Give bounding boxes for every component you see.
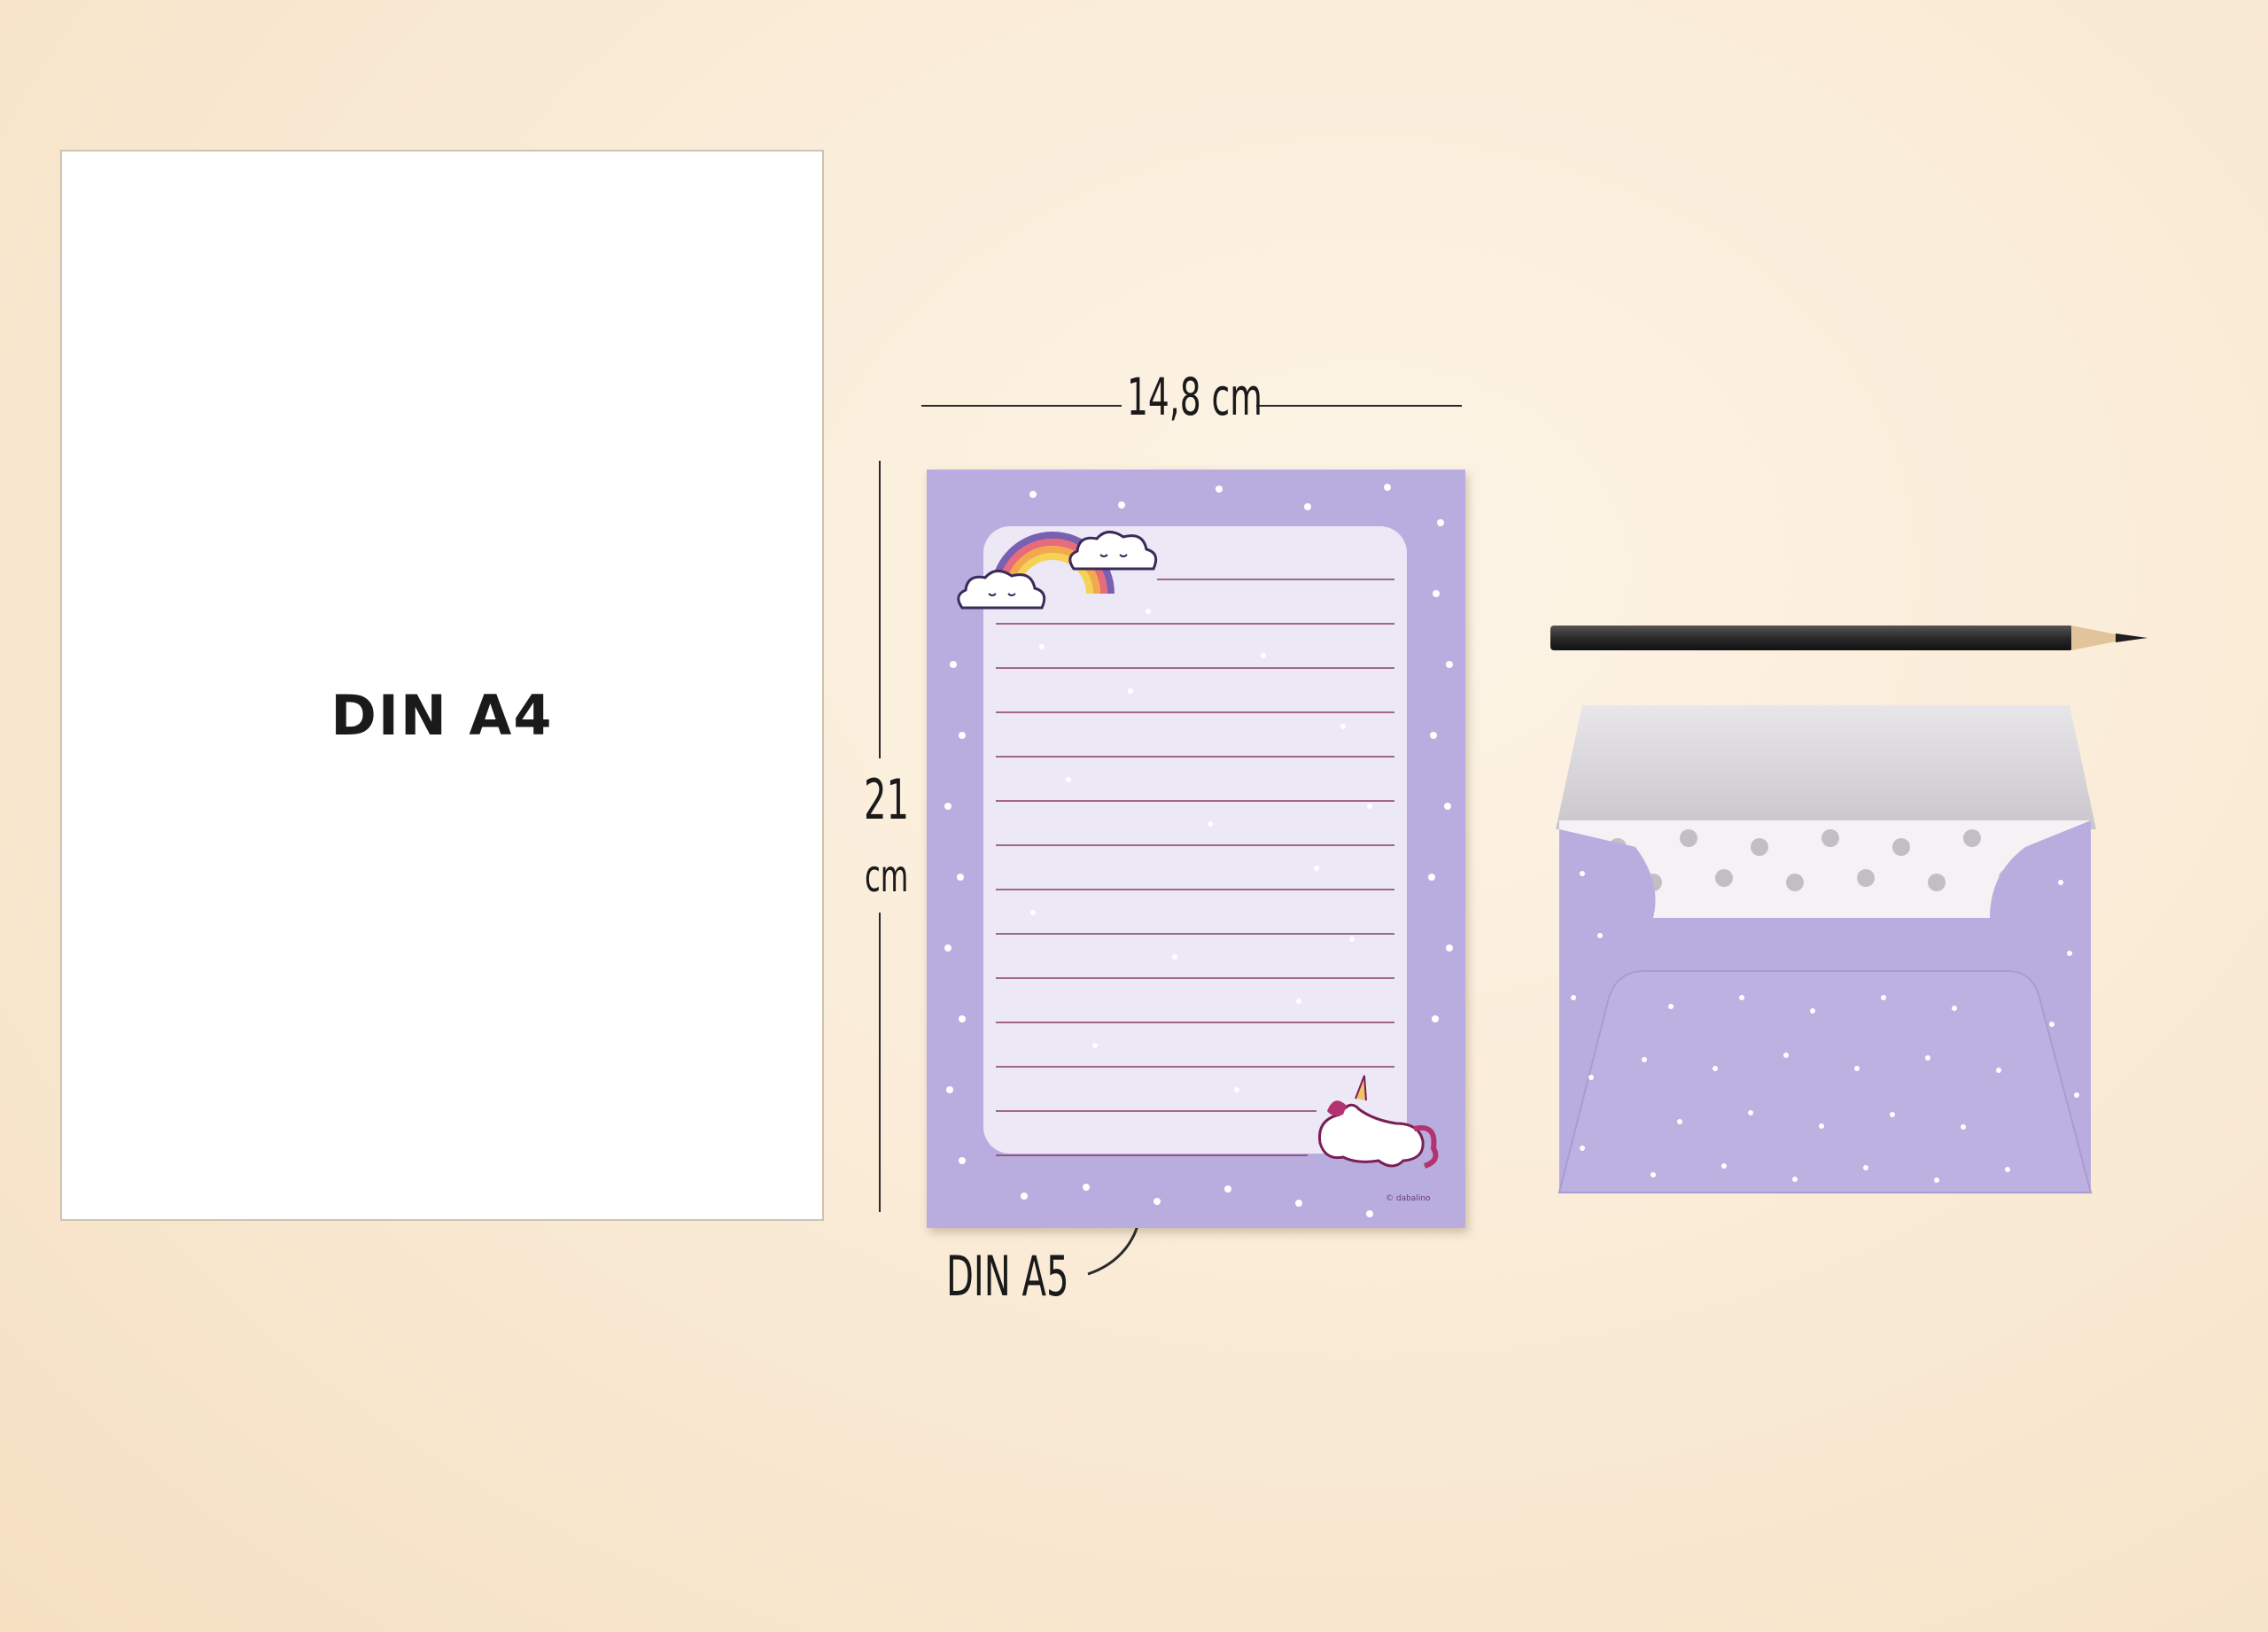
din-a4-sheet: DIN A4 [60,150,824,1221]
unicorn-icon [1317,1075,1439,1169]
height-dimension-unit: cm [865,851,909,902]
din-a5-letter-paper: © dabalino [927,470,1465,1228]
height-dimension-number: 21 [864,767,910,832]
cloud-icon [1068,531,1158,571]
din-a4-label: DIN A4 [330,683,554,748]
cloud-icon [957,570,1046,610]
din-a5-label: DIN A5 [946,1244,1069,1309]
pencil-icon [1550,626,2148,650]
envelope-icon [1556,705,2096,1193]
width-dimension-label: 14,8 cm [1127,367,1262,427]
copyright-text: © dabalino [1386,1194,1431,1203]
